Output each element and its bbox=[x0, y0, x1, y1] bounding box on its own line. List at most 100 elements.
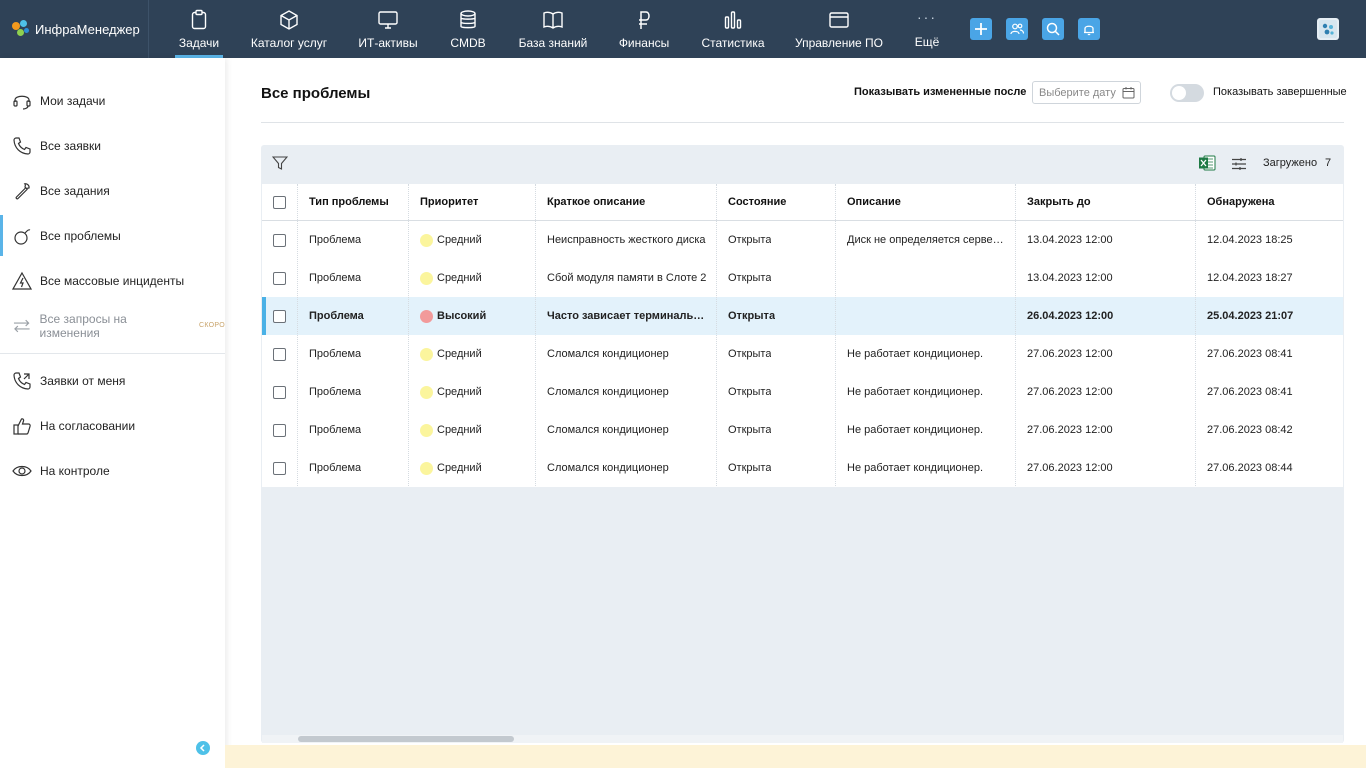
cell-due-text: 13.04.2023 12:00 bbox=[1027, 234, 1113, 246]
notifications-button[interactable] bbox=[1078, 18, 1100, 40]
nav-label: Статистика bbox=[701, 36, 765, 50]
table-row[interactable]: Проблема Средний Сломался кондиционер Откры… bbox=[262, 335, 1343, 373]
nav-label: Финансы bbox=[618, 36, 670, 50]
cell-priority: Средний bbox=[409, 259, 527, 297]
row-checkbox[interactable] bbox=[273, 347, 286, 361]
sidebar-item-label: Все проблемы bbox=[40, 228, 121, 243]
priority-indicator-icon bbox=[420, 309, 433, 323]
table-row[interactable]: Проблема Средний Сломался кондиционер Откры… bbox=[262, 411, 1343, 449]
create-button[interactable] bbox=[970, 18, 992, 40]
row-checkbox[interactable] bbox=[273, 271, 286, 285]
select-all-checkbox[interactable] bbox=[273, 195, 286, 209]
row-checkbox[interactable] bbox=[273, 423, 286, 437]
search-button[interactable] bbox=[1042, 18, 1064, 40]
row-select-cell bbox=[262, 411, 297, 449]
cell-state: Открыта bbox=[717, 449, 827, 487]
collapse-sidebar-button[interactable] bbox=[196, 741, 210, 755]
sidebar-item-all-problems[interactable]: Все проблемы bbox=[0, 213, 225, 258]
cell-type-text: Проблема bbox=[309, 272, 362, 284]
columns-settings-icon[interactable] bbox=[1231, 156, 1247, 172]
logo-text: ИнфраМенеджер bbox=[35, 21, 140, 37]
loaded-label: Загружено bbox=[1263, 157, 1318, 169]
cell-due: 27.06.2023 12:00 bbox=[1016, 449, 1187, 487]
sidebar-item-on-approval[interactable]: На согласовании bbox=[0, 403, 225, 448]
column-header-summary[interactable]: Краткое описание bbox=[536, 184, 716, 220]
sidebar-item-mass-incidents[interactable]: Все массовые инциденты bbox=[0, 258, 225, 303]
app-logo[interactable]: ИнфраМенеджер bbox=[0, 0, 149, 58]
cell-due-text: 26.04.2023 12:00 bbox=[1027, 310, 1114, 322]
table-row[interactable]: Проблема Средний Сломался кондиционер Откры… bbox=[262, 373, 1343, 411]
column-header-type[interactable]: Тип проблемы bbox=[298, 184, 408, 220]
table-row[interactable]: Проблема Средний Сломался кондиционер Откры… bbox=[262, 449, 1343, 487]
column-header-description[interactable]: Описание bbox=[836, 184, 1015, 220]
cell-type-text: Проблема bbox=[309, 462, 362, 474]
cell-type-text: Проблема bbox=[309, 386, 362, 398]
plus-icon bbox=[975, 23, 987, 35]
nav-finance[interactable]: Финансы bbox=[619, 0, 669, 58]
table-body: Проблема Средний Неисправность жесткого ди… bbox=[262, 221, 1343, 487]
nav-tasks[interactable]: Задачи bbox=[175, 0, 223, 58]
nav-statistics[interactable]: Статистика bbox=[701, 0, 765, 58]
cell-detected: 27.06.2023 08:41 bbox=[1196, 373, 1335, 411]
nav-label: ИТ-активы bbox=[358, 36, 418, 50]
user-profile-button[interactable] bbox=[1317, 18, 1339, 40]
cell-state-text: Открыта bbox=[728, 424, 772, 436]
column-header-due[interactable]: Закрыть до bbox=[1016, 184, 1195, 220]
sidebar-item-all-requests[interactable]: Все заявки bbox=[0, 123, 225, 168]
horizontal-scrollbar-thumb[interactable] bbox=[298, 736, 514, 742]
show-completed-toggle[interactable] bbox=[1170, 84, 1204, 102]
users-button[interactable] bbox=[1006, 18, 1028, 40]
cell-detected-text: 27.06.2023 08:41 bbox=[1207, 348, 1293, 360]
cell-due: 27.06.2023 12:00 bbox=[1016, 411, 1187, 449]
row-checkbox[interactable] bbox=[273, 309, 286, 323]
nav-cmdb[interactable]: CMDB bbox=[448, 0, 488, 58]
sidebar-item-my-tasks[interactable]: Мои задачи bbox=[0, 78, 225, 123]
row-checkbox[interactable] bbox=[273, 461, 286, 475]
cell-summary: Сломался кондиционер bbox=[536, 449, 708, 487]
cell-type: Проблема bbox=[298, 297, 400, 335]
table-row[interactable]: Проблема Высокий Часто зависает терминальн… bbox=[262, 297, 1343, 335]
cell-detected: 27.06.2023 08:44 bbox=[1196, 449, 1335, 487]
sidebar-item-label: Все заявки bbox=[40, 138, 102, 153]
column-header-state[interactable]: Состояние bbox=[717, 184, 835, 220]
row-select-cell bbox=[262, 373, 297, 411]
cell-type-text: Проблема bbox=[309, 234, 362, 246]
loaded-count: 7 bbox=[1325, 157, 1332, 169]
cell-due-text: 27.06.2023 12:00 bbox=[1027, 424, 1113, 436]
filter-icon[interactable] bbox=[272, 155, 288, 171]
column-header-priority[interactable]: Приоритет bbox=[409, 184, 535, 220]
cell-summary: Часто зависает терминальный сервер bbox=[536, 297, 708, 335]
nav-it-assets[interactable]: ИТ-активы bbox=[358, 0, 418, 58]
cell-summary-text: Сломался кондиционер bbox=[547, 462, 669, 474]
sidebar-item-my-requests[interactable]: Заявки от меня bbox=[0, 358, 225, 403]
row-checkbox[interactable] bbox=[273, 233, 286, 247]
nav-knowledge-base[interactable]: База знаний bbox=[519, 0, 587, 58]
sidebar-item-label: На согласовании bbox=[40, 418, 136, 433]
cell-type: Проблема bbox=[298, 411, 400, 449]
table-row[interactable]: Проблема Средний Неисправность жесткого ди… bbox=[262, 221, 1343, 259]
sidebar-item-on-control[interactable]: На контроле bbox=[0, 448, 225, 493]
sidebar-item-all-assignments[interactable]: Все задания bbox=[0, 168, 225, 213]
cell-description: Не работает кондиционер. bbox=[836, 373, 1007, 411]
cell-detected: 25.04.2023 21:07 bbox=[1196, 297, 1335, 335]
excel-export-icon[interactable] bbox=[1198, 154, 1216, 172]
users-icon bbox=[1010, 23, 1024, 35]
cell-priority-text: Высокий bbox=[437, 310, 487, 322]
cell-state-text: Открыта bbox=[728, 234, 772, 246]
nav-label: Ещё bbox=[914, 35, 940, 49]
column-header-detected[interactable]: Обнаружена bbox=[1196, 184, 1343, 220]
problems-table: Тип проблемы Приоритет Краткое описание … bbox=[262, 184, 1343, 487]
monitor-icon bbox=[378, 11, 398, 29]
table-row[interactable]: Проблема Средний Сбой модуля памяти в Слот… bbox=[262, 259, 1343, 297]
column-separator bbox=[1195, 184, 1196, 486]
date-picker-input[interactable]: Выберите дату bbox=[1032, 81, 1141, 104]
cell-description-text: Диск не определяется сервером bbox=[847, 234, 1007, 246]
cell-priority: Средний bbox=[409, 373, 527, 411]
nav-software-management[interactable]: Управление ПО bbox=[795, 0, 883, 58]
nav-more[interactable]: ··· Ещё bbox=[912, 0, 942, 58]
cell-priority-text: Средний bbox=[437, 234, 482, 246]
cell-type: Проблема bbox=[298, 449, 400, 487]
cell-priority: Средний bbox=[409, 411, 527, 449]
row-checkbox[interactable] bbox=[273, 385, 286, 399]
nav-service-catalog[interactable]: Каталог услуг bbox=[251, 0, 327, 58]
